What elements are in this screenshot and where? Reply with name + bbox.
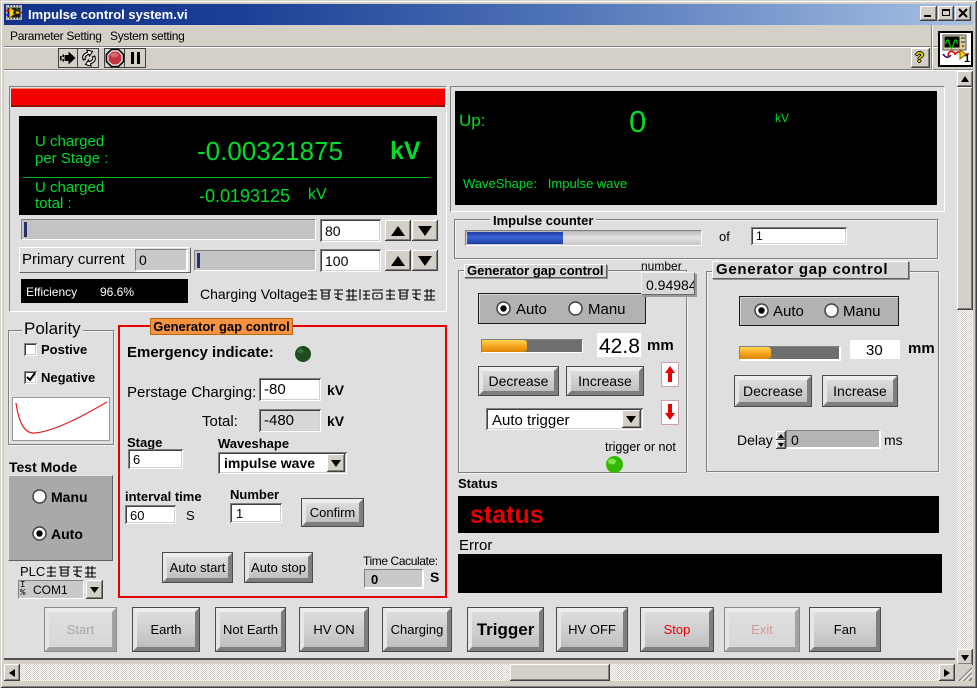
svg-text:1: 1 xyxy=(964,53,970,64)
